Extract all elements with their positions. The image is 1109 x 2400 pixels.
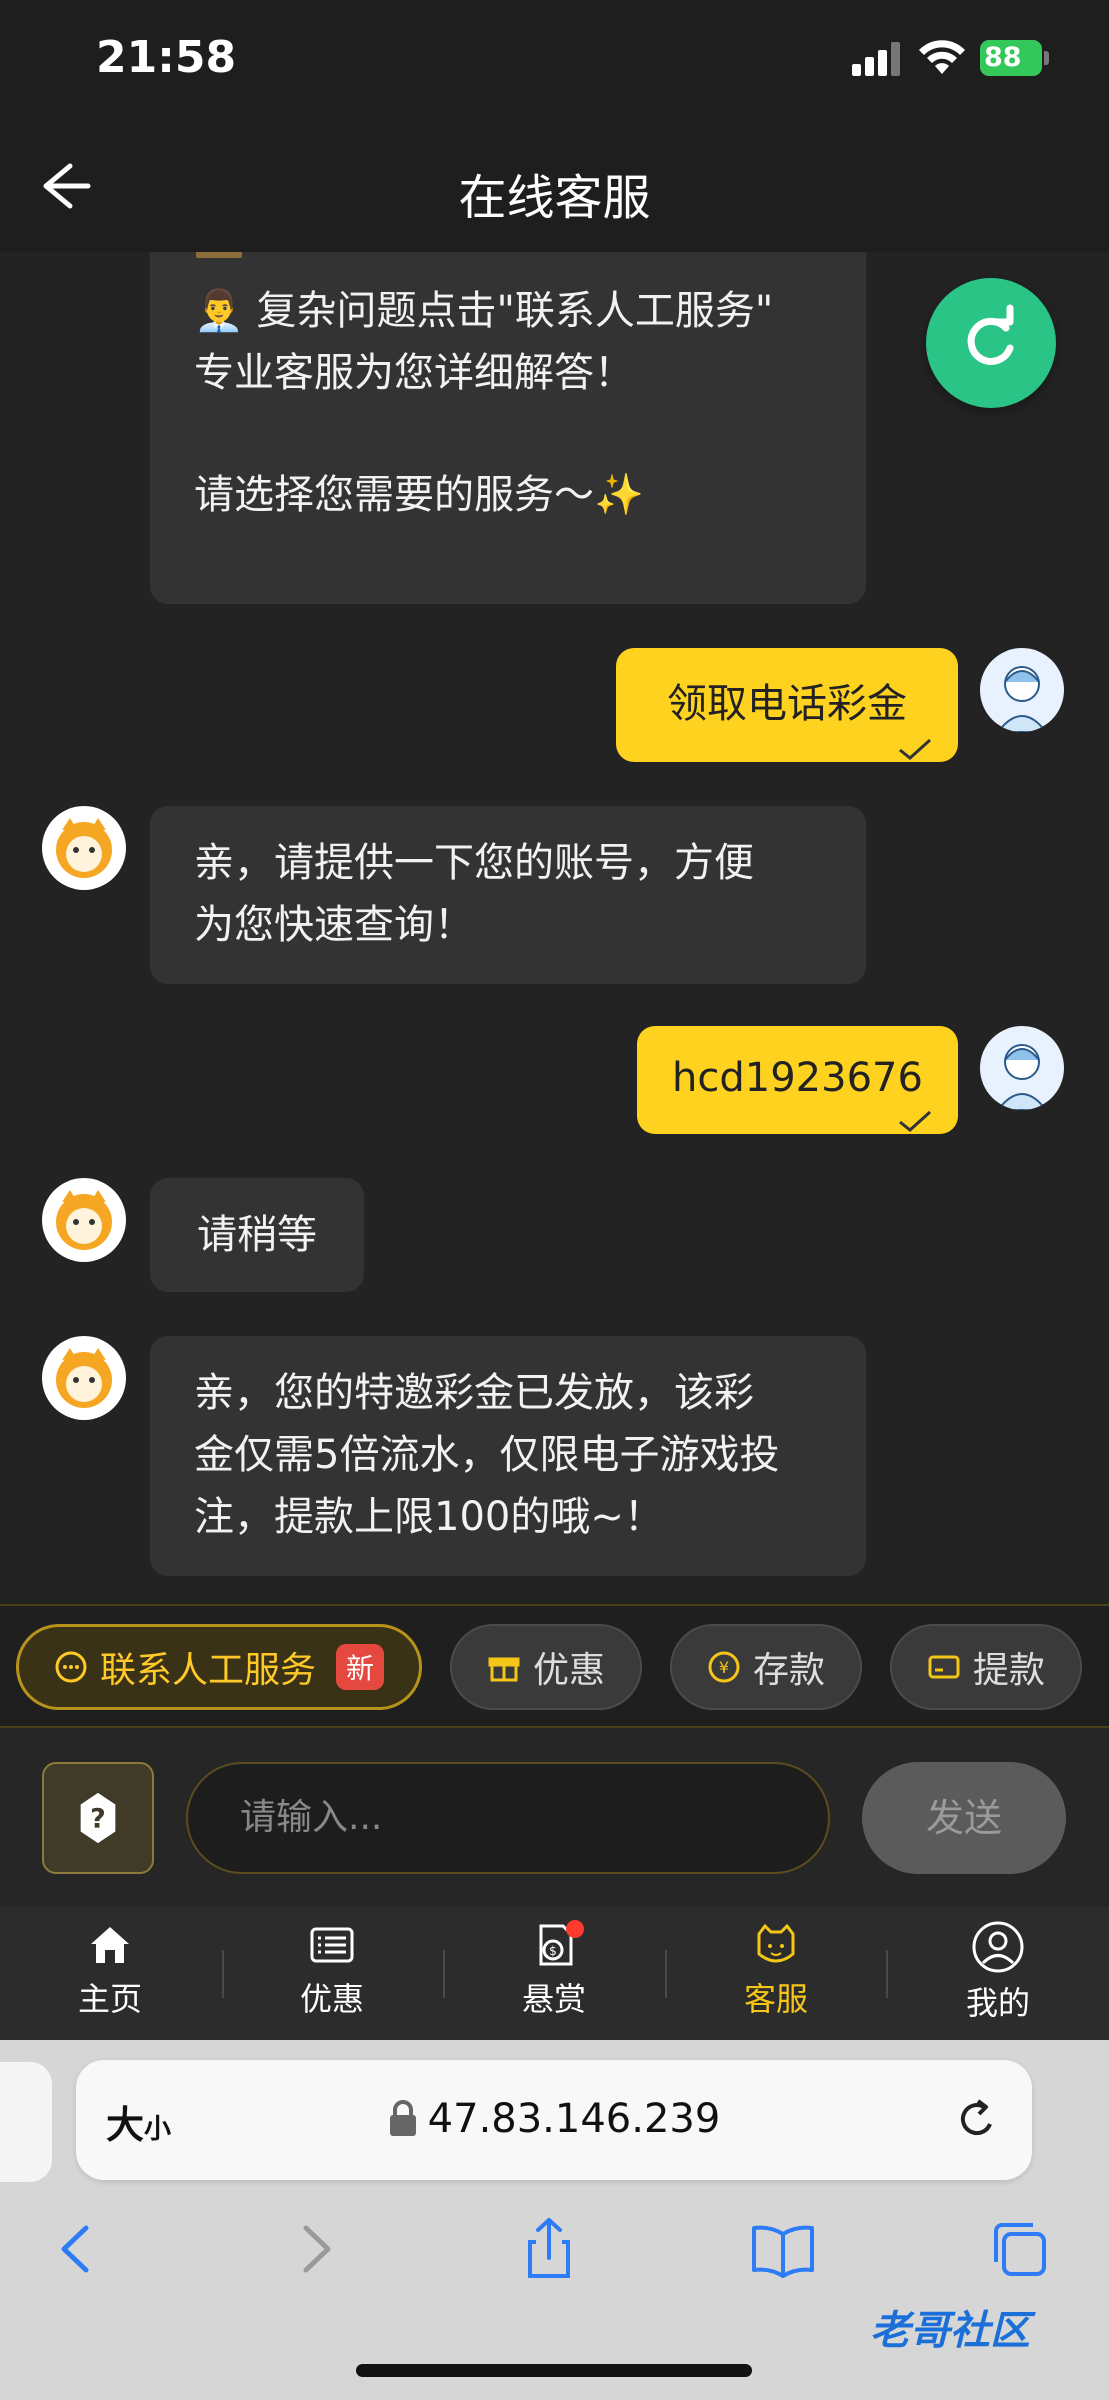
bookmarks-icon[interactable] <box>748 2214 818 2284</box>
browser-forward-icon[interactable] <box>280 2214 350 2284</box>
bot-avatar <box>42 1336 126 1420</box>
battery-level: 88 <box>980 40 1042 76</box>
tab-mine[interactable]: 我的 <box>908 1920 1088 2030</box>
status-time: 21:58 <box>96 32 237 83</box>
input-bar: ? 请输入... 发送 <box>0 1728 1109 1906</box>
notification-dot <box>566 1920 584 1938</box>
outgoing-message-bubble: 领取电话彩金 <box>616 648 958 762</box>
header: 在线客服 <box>0 120 1109 252</box>
gift-icon <box>488 1657 520 1682</box>
browser-toolbar: 大小 47.83.146.239 老哥社区 <box>0 2040 1109 2400</box>
user-avatar[interactable] <box>980 648 1064 732</box>
cellular-signal-icon <box>852 42 902 76</box>
reload-icon[interactable] <box>952 2094 1002 2144</box>
user-avatar[interactable] <box>980 1026 1064 1110</box>
read-check-icon <box>899 1110 932 1132</box>
chat-bubble-icon <box>55 1651 87 1683</box>
deposit-button[interactable]: ¥ 存款 <box>670 1624 862 1710</box>
tab-reward[interactable]: $ 悬赏 <box>464 1920 644 2030</box>
customer-service-pet-icon <box>757 1923 795 1963</box>
message-text: 领取电话彩金 <box>667 681 907 727</box>
card-icon <box>928 1655 960 1679</box>
chat-area[interactable]: 👨‍💼 复杂问题点击"联系人工服务" 专业客服为您详细解答！ 请选择您需要的服务… <box>0 252 1109 1604</box>
incoming-message-bubble: 请稍等 <box>150 1178 364 1292</box>
tab-mine-label: 我的 <box>965 1984 1030 2022</box>
address-bar[interactable]: 大小 47.83.146.239 <box>76 2060 1032 2180</box>
intro-line-1: 👨‍💼 复杂问题点击"联系人工服务" <box>194 288 774 334</box>
intro-line-2: 专业客服为您详细解答！ <box>194 350 634 396</box>
message-line: 亲，请提供一下您的账号，方便 <box>194 840 754 886</box>
incoming-message-bubble: 亲，请提供一下您的账号，方便 为您快速查询！ <box>150 806 866 984</box>
battery-icon: 88 <box>980 40 1050 76</box>
page-title: 在线客服 <box>458 170 651 226</box>
promo-label: 优惠 <box>532 1650 605 1691</box>
home-indicator <box>356 2364 752 2377</box>
withdraw-label: 提款 <box>972 1650 1045 1691</box>
deposit-label: 存款 <box>752 1650 825 1691</box>
status-bar: 21:58 88 <box>0 0 1109 120</box>
share-icon[interactable] <box>514 2214 584 2284</box>
svg-text:$: $ <box>549 1944 557 1958</box>
yen-coin-icon: ¥ <box>708 1651 740 1683</box>
withdraw-button[interactable]: 提款 <box>890 1624 1082 1710</box>
svg-text:?: ? <box>90 1804 106 1835</box>
send-button[interactable]: 发送 <box>862 1762 1066 1874</box>
svg-text:¥: ¥ <box>719 1658 729 1677</box>
tab-promo-label: 优惠 <box>299 1980 364 2018</box>
message-line: 亲，您的特邀彩金已发放，该彩 <box>194 1370 754 1416</box>
user-profile-icon <box>972 1921 1024 1973</box>
refresh-icon <box>967 304 1014 365</box>
message-input[interactable]: 请输入... <box>186 1762 830 1874</box>
new-badge: 新 <box>336 1644 385 1690</box>
read-check-icon <box>899 738 932 760</box>
tab-service[interactable]: 客服 <box>686 1920 866 2030</box>
tab-home-label: 主页 <box>77 1980 142 2018</box>
url-text: 47.83.146.239 <box>427 2096 721 2142</box>
message-line: 注，提款上限100的哦~！ <box>194 1494 664 1540</box>
home-icon <box>91 1927 129 1963</box>
quick-actions-bar: 联系人工服务 新 优惠 ¥ 存款 提款 <box>0 1604 1109 1728</box>
tabs-icon[interactable] <box>984 2214 1054 2284</box>
watermark-logo: 老哥社区 <box>870 2308 1030 2354</box>
help-button[interactable]: ? <box>42 1762 154 1874</box>
bot-avatar <box>42 806 126 890</box>
contact-human-button[interactable]: 联系人工服务 新 <box>16 1624 422 1710</box>
wifi-icon <box>919 40 965 74</box>
message-line: 金仅需5倍流水，仅限电子游戏投 <box>194 1432 780 1478</box>
question-shield-icon: ? <box>80 1792 116 1844</box>
intro-message-bubble: 👨‍💼 复杂问题点击"联系人工服务" 专业客服为您详细解答！ 请选择您需要的服务… <box>150 252 866 604</box>
browser-back-icon[interactable] <box>42 2214 112 2284</box>
incoming-message-bubble: 亲，您的特邀彩金已发放，该彩 金仅需5倍流水，仅限电子游戏投 注，提款上限100… <box>150 1336 866 1576</box>
message-text: 请稍等 <box>197 1212 317 1258</box>
tab-promo[interactable]: 优惠 <box>242 1920 422 2030</box>
intro-line-3: 请选择您需要的服务～✨ <box>194 472 644 518</box>
bottom-tab-bar: 主页 优惠 $ 悬赏 客服 我的 <box>0 1906 1109 2040</box>
tab-reward-label: 悬赏 <box>521 1980 586 2018</box>
message-text: hcd1923676 <box>672 1055 923 1101</box>
tab-home[interactable]: 主页 <box>20 1920 200 2030</box>
divider-icon <box>196 252 242 258</box>
message-line: 为您快速查询！ <box>194 902 474 948</box>
list-icon <box>310 1927 354 1963</box>
contact-human-label: 联系人工服务 <box>99 1650 316 1691</box>
bot-avatar <box>42 1178 126 1262</box>
outgoing-message-bubble: hcd1923676 <box>637 1026 958 1134</box>
tab-service-label: 客服 <box>743 1980 808 2018</box>
promo-button[interactable]: 优惠 <box>450 1624 642 1710</box>
refresh-button[interactable] <box>926 278 1056 408</box>
previous-tab-preview[interactable] <box>0 2062 52 2182</box>
